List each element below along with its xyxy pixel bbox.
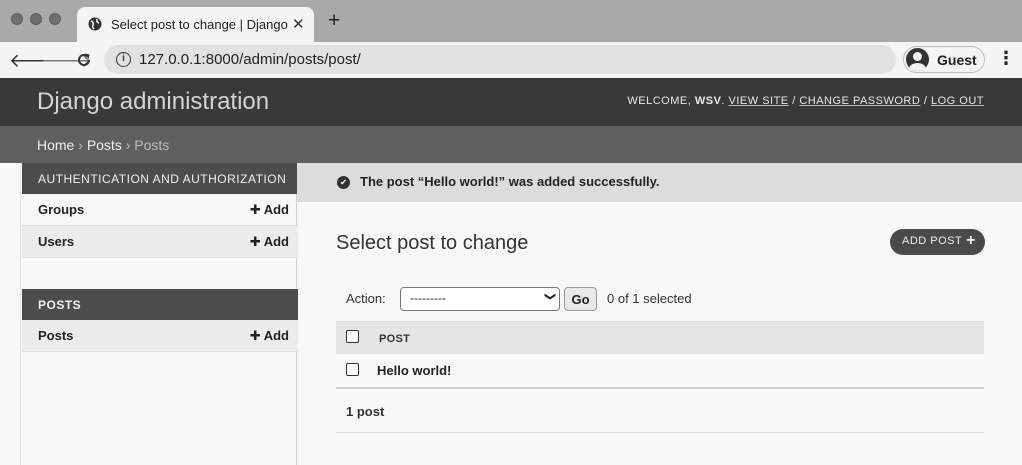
plus-icon: ✚ (249, 328, 261, 343)
tab-close-icon[interactable]: ✕ (292, 15, 305, 33)
post-link[interactable]: Hello world! (377, 363, 451, 378)
model-link-posts[interactable]: Posts (38, 328, 73, 343)
globe-icon (88, 17, 102, 31)
chevron-down-icon: ❯ (543, 291, 556, 302)
module-caption-auth[interactable]: AUTHENTICATION AND AUTHORIZATION (22, 163, 298, 194)
username: WSV (694, 95, 722, 107)
action-selected-value: --------- (410, 291, 446, 305)
table-row: Hello world! (336, 354, 984, 389)
profile-button[interactable]: Guest (903, 46, 985, 73)
add-users-link[interactable]: ✚ Add (250, 234, 289, 250)
column-header-post[interactable]: POST (379, 333, 410, 345)
browser-tab[interactable]: Select post to change | Django site admi… (77, 7, 314, 42)
plus-icon: + (966, 232, 976, 249)
add-label: Add (263, 328, 289, 343)
address-bar[interactable]: i 127.0.0.1:8000/admin/posts/post/ (104, 45, 896, 74)
select-all-checkbox[interactable] (346, 330, 359, 343)
more-menu-icon[interactable]: ⋮ (997, 48, 1015, 69)
new-tab-icon[interactable]: + (328, 10, 340, 31)
welcome-text: WELCOME, (627, 95, 692, 107)
sidebar-item-users: Users ✚ Add (22, 226, 298, 258)
add-groups-link[interactable]: ✚ Add (250, 202, 289, 218)
user-tools: WELCOME, WSV. VIEW SITE / CHANGE PASSWOR… (627, 95, 984, 107)
site-branding[interactable]: Django administration (37, 88, 269, 116)
selection-counter: 0 of 1 selected (607, 291, 692, 306)
view-site-link[interactable]: VIEW SITE (729, 95, 789, 107)
paginator: 1 post (336, 389, 984, 433)
breadcrumb-home[interactable]: Home (37, 137, 74, 153)
window-minimize-dot[interactable] (30, 13, 42, 25)
url-text[interactable]: 127.0.0.1:8000/admin/posts/post/ (139, 51, 361, 68)
admin-header: Django administration WELCOME, WSV. VIEW… (0, 78, 1022, 126)
module-caption-posts[interactable]: POSTS (22, 289, 298, 320)
breadcrumb: Home › Posts › Posts (0, 126, 1022, 163)
result-count: 1 post (346, 404, 385, 419)
add-post-button[interactable]: ADD POST + (890, 229, 985, 255)
change-password-link[interactable]: CHANGE PASSWORD (799, 95, 920, 107)
checkmark-icon: ✔ (337, 176, 350, 189)
breadcrumb-app[interactable]: Posts (87, 137, 122, 153)
plus-icon: ✚ (249, 202, 261, 217)
add-label: Add (263, 234, 289, 249)
message-text: The post “Hello world!” was added succes… (360, 174, 660, 189)
window-close-dot[interactable] (11, 13, 23, 25)
plus-icon: ✚ (249, 234, 261, 249)
reload-icon[interactable] (76, 52, 92, 68)
add-post-label: ADD POST (902, 235, 963, 247)
browser-tabstrip: Select post to change | Django site admi… (0, 0, 1022, 42)
info-icon[interactable]: i (116, 52, 131, 67)
go-button[interactable]: Go (564, 287, 597, 311)
profile-label: Guest (937, 52, 977, 68)
log-out-link[interactable]: LOG OUT (931, 95, 984, 107)
sidebar-item-groups: Groups ✚ Add (22, 194, 298, 226)
action-select[interactable]: --------- ❯ (400, 287, 560, 311)
action-label: Action: (346, 291, 386, 306)
tab-title: Select post to change | Django site admi… (111, 17, 291, 32)
window-zoom-dot[interactable] (49, 13, 61, 25)
browser-toolbar: 🡐 🡒 i 127.0.0.1:8000/admin/posts/post/ G… (0, 42, 1022, 78)
breadcrumb-separator: › (78, 137, 83, 153)
model-link-groups[interactable]: Groups (38, 202, 84, 217)
page-title: Select post to change (336, 232, 529, 254)
row-checkbox[interactable] (346, 363, 359, 376)
breadcrumb-separator: › (125, 137, 131, 153)
user-avatar-icon (906, 48, 929, 71)
success-message: ✔ The post “Hello world!” was added succ… (297, 163, 1022, 202)
add-posts-link[interactable]: ✚ Add (250, 328, 289, 344)
nav-sidebar: AUTHENTICATION AND AUTHORIZATION Groups … (20, 163, 298, 465)
breadcrumb-current: Posts (134, 137, 170, 153)
results-table-header: POST (336, 321, 984, 354)
add-label: Add (263, 202, 289, 217)
model-link-users[interactable]: Users (38, 234, 74, 249)
sidebar-item-posts: Posts ✚ Add (22, 320, 298, 352)
